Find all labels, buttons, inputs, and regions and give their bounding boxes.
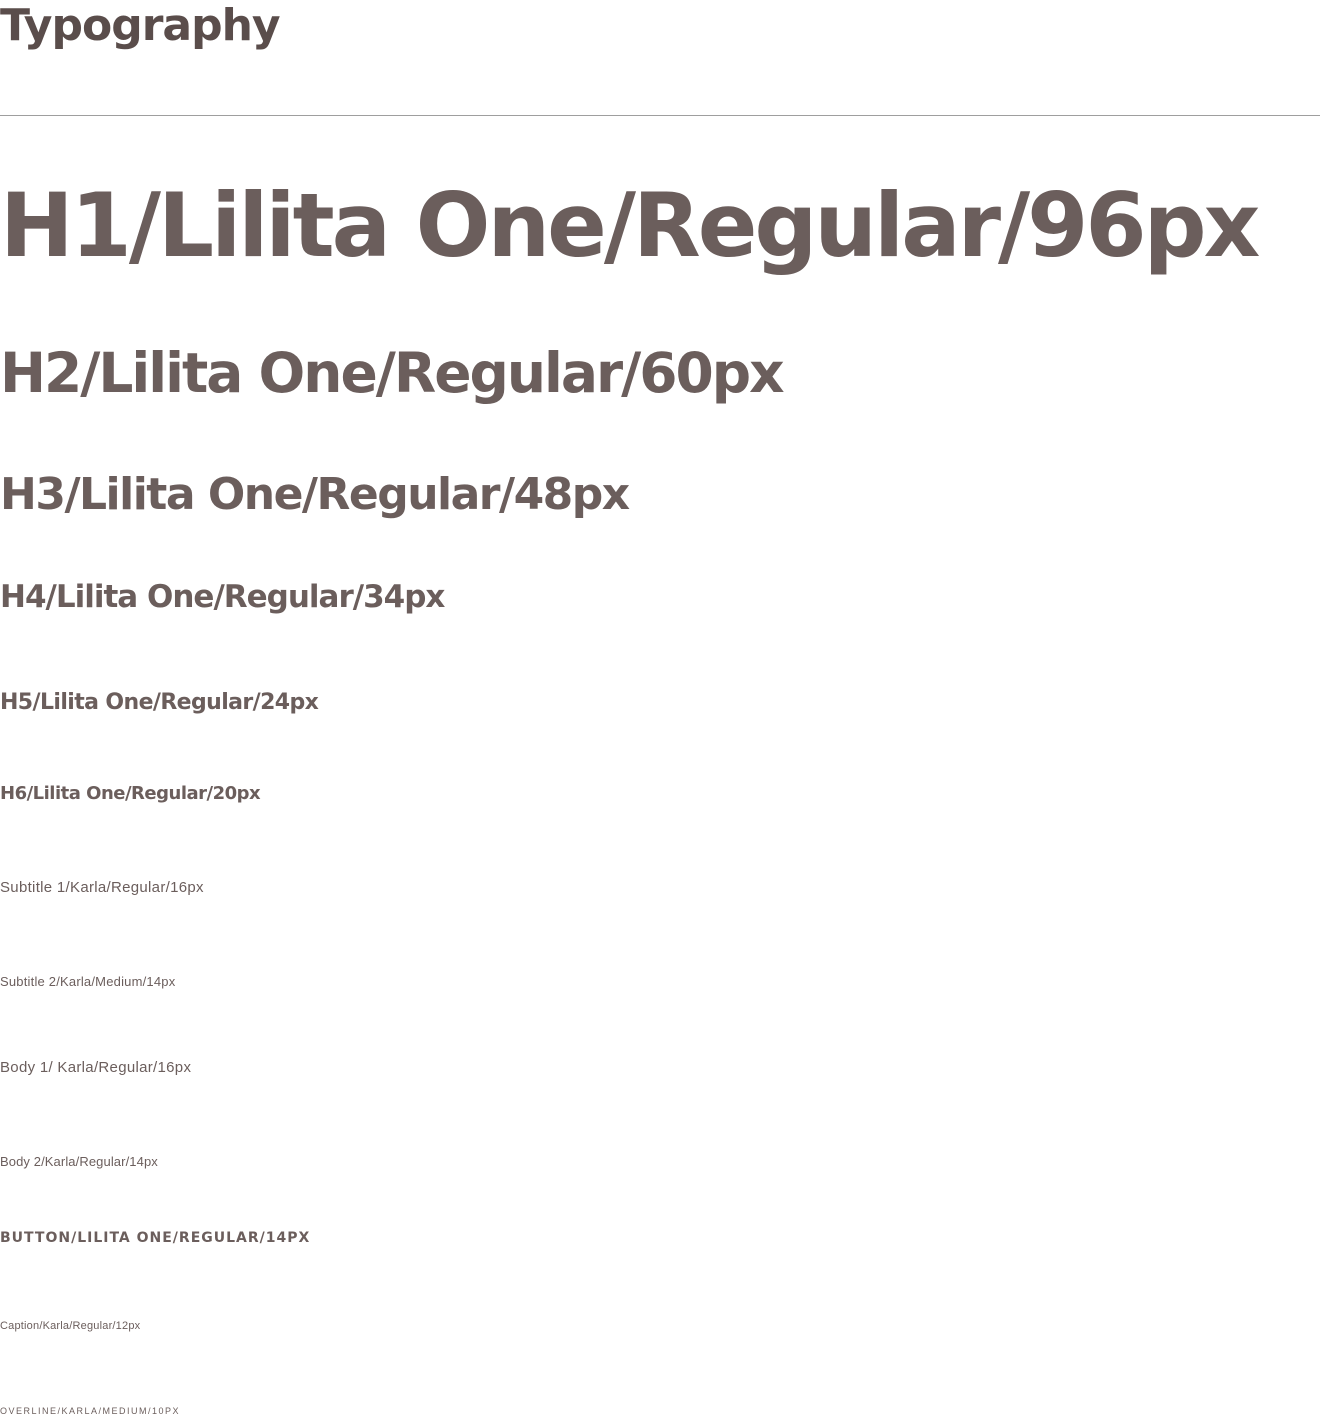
h4-sample: H4/Lilita One/Regular/34px [0,579,445,615]
title-divider [0,115,1320,116]
caption-sample: Caption/Karla/Regular/12px [0,1320,141,1332]
overline-sample: OVERLINE/KARLA/MEDIUM/10PX [0,1406,181,1416]
button-sample: BUTTON/LILITA ONE/REGULAR/14PX [0,1230,311,1246]
h6-sample: H6/Lilita One/Regular/20px [0,783,261,804]
h2-sample: H2/Lilita One/Regular/60px [0,341,785,405]
subtitle1-sample: Subtitle 1/Karla/Regular/16px [0,879,204,896]
page-title: Typography [0,0,281,51]
body1-sample: Body 1/ Karla/Regular/16px [0,1059,192,1076]
body2-sample: Body 2/Karla/Regular/14px [0,1154,158,1169]
subtitle2-sample: Subtitle 2/Karla/Medium/14px [0,974,176,989]
h5-sample: H5/Lilita One/Regular/24px [0,690,319,715]
h3-sample: H3/Lilita One/Regular/48px [0,469,630,520]
h1-sample: H1/Lilita One/Regular/96px [0,174,1260,277]
